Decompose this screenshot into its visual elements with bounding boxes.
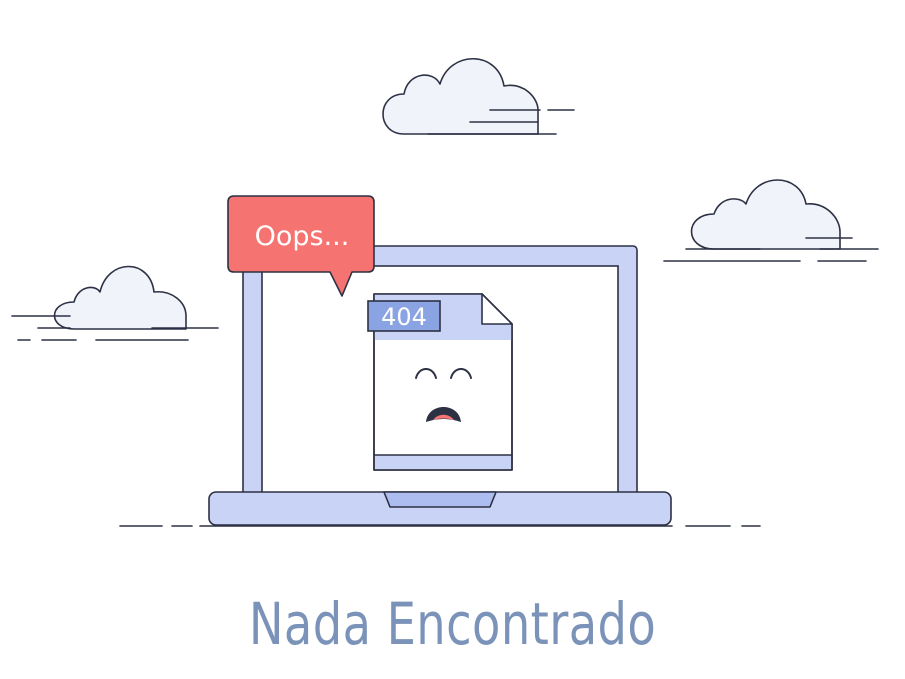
speech-bubble-text: Oops... xyxy=(255,221,350,252)
cloud-left-icon xyxy=(11,265,219,341)
not-found-illustration: 404 Oops... xyxy=(11,58,879,527)
error-code-label: 404 xyxy=(381,303,427,331)
cloud-top-icon xyxy=(382,58,575,135)
cloud-right-icon xyxy=(663,179,879,262)
error-code-tag: 404 xyxy=(367,300,441,332)
page-title: Nada Encontrado xyxy=(248,590,657,658)
